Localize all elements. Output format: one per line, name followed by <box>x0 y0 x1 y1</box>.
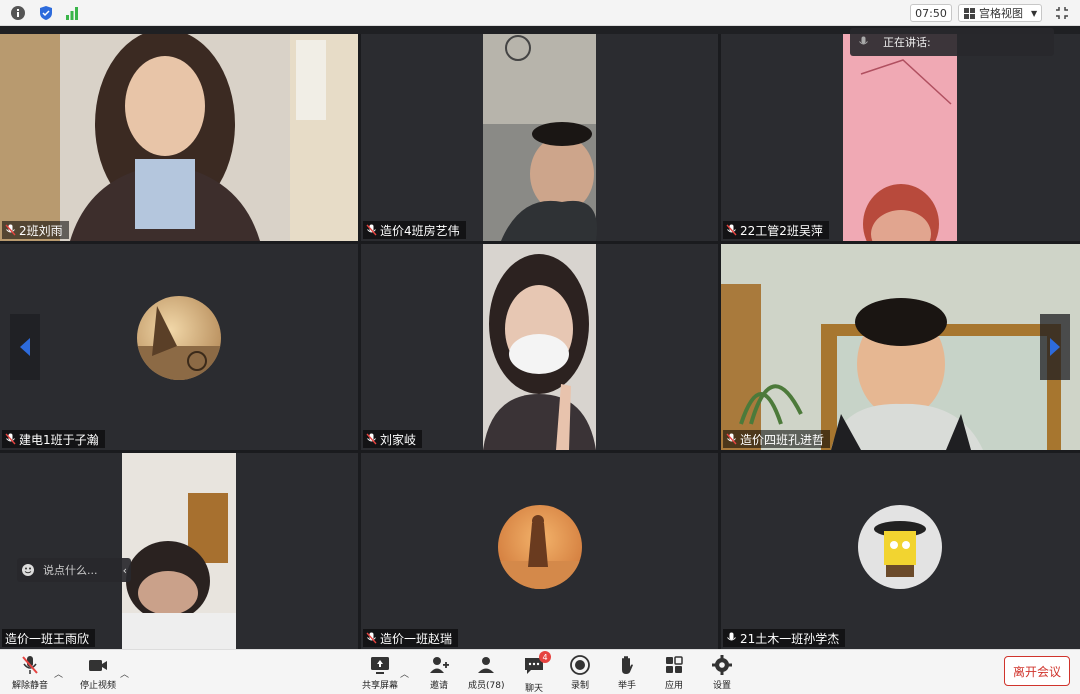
apps-button[interactable]: 应用 <box>663 654 685 691</box>
video-tile[interactable]: 造价一班王雨欣 <box>0 453 358 649</box>
mic-muted-icon <box>366 224 377 236</box>
mic-icon <box>727 632 736 641</box>
unmute-button[interactable]: 解除静音 <box>12 654 48 691</box>
chevron-up-icon[interactable]: ︿ <box>400 667 409 680</box>
camera-icon <box>89 660 107 671</box>
active-speaker-indicator: 正在讲话: <box>850 28 1054 56</box>
leave-meeting-button[interactable]: 离开会议 <box>1004 656 1070 686</box>
view-mode-label: 宫格视图 <box>979 7 1023 20</box>
view-mode-dropdown[interactable]: 宫格视图 ▼ <box>958 4 1042 22</box>
chevron-up-icon[interactable]: ︿ <box>120 667 129 680</box>
chevron-down-icon: ▼ <box>1031 8 1038 18</box>
chevron-right-icon <box>1050 338 1060 356</box>
participant-name-label: 22工管2班吴萍 <box>723 221 829 239</box>
video-tile[interactable]: 造价一班赵瑞 <box>361 453 718 649</box>
unread-badge: 4 <box>539 651 551 663</box>
add-user-icon <box>430 657 449 673</box>
top-bar: 07:50 宫格视图 ▼ <box>0 0 1080 26</box>
bottom-toolbar: 解除静音 ︿ 停止视频 ︿ 共享屏幕 ︿ 邀请 成员(78) 4 聊天 录制 举… <box>0 649 1080 694</box>
mic-muted-icon <box>22 656 38 674</box>
record-button[interactable]: 录制 <box>569 654 591 691</box>
participant-video <box>0 34 358 241</box>
participant-video <box>483 34 598 241</box>
settings-button[interactable]: 设置 <box>711 654 733 691</box>
invite-button[interactable]: 邀请 <box>428 654 450 691</box>
video-grid: 2班刘雨 造价4班房艺伟 22工管2班吴萍 建电1班于子瀚 刘家岐 造价四班孔进… <box>0 34 1080 649</box>
video-tile[interactable]: 造价四班孔进哲 <box>721 244 1080 450</box>
quick-chat-input[interactable]: 说点什么... ‹ <box>17 558 131 582</box>
video-tile[interactable]: 21土木一班孙学杰 <box>721 453 1080 649</box>
share-screen-button[interactable]: 共享屏幕 <box>362 654 398 691</box>
stop-video-button[interactable]: 停止视频 <box>80 654 116 691</box>
participant-video <box>483 244 596 450</box>
members-button[interactable]: 成员(78) <box>468 654 504 691</box>
chevron-up-icon[interactable]: ︿ <box>54 667 63 680</box>
meeting-timer: 07:50 <box>910 4 952 22</box>
info-icon[interactable] <box>10 5 26 21</box>
participant-name-label: 造价一班王雨欣 <box>2 629 96 647</box>
apps-icon <box>666 656 683 673</box>
video-tile[interactable]: 刘家岐 <box>361 244 718 450</box>
gear-icon <box>712 655 732 675</box>
mic-muted-icon <box>366 632 377 644</box>
participant-video <box>843 34 957 241</box>
video-tile[interactable]: 建电1班于子瀚 <box>0 244 358 450</box>
mic-muted-icon <box>726 224 737 236</box>
chat-placeholder: 说点什么... <box>43 564 98 577</box>
hand-icon <box>622 656 633 674</box>
video-tile[interactable]: 2班刘雨 <box>0 34 358 241</box>
mic-muted-icon <box>5 433 16 445</box>
chevron-left-icon[interactable]: ‹ <box>123 564 127 577</box>
participant-avatar <box>137 296 221 380</box>
participant-video <box>721 244 1080 450</box>
mic-muted-icon <box>366 433 377 445</box>
share-screen-icon <box>371 657 389 674</box>
grid-icon <box>964 7 975 19</box>
participant-name-label: 刘家岐 <box>363 430 423 448</box>
participant-name-label: 造价一班赵瑞 <box>363 629 459 647</box>
participant-name-label: 21土木一班孙学杰 <box>723 629 846 647</box>
participant-name-label: 造价4班房艺伟 <box>363 221 466 239</box>
previous-page-button[interactable] <box>10 314 40 380</box>
participant-avatar <box>498 505 582 589</box>
next-page-button[interactable] <box>1040 314 1070 380</box>
participant-video <box>122 453 236 649</box>
raise-hand-button[interactable]: 举手 <box>616 654 638 691</box>
signal-icon[interactable] <box>64 5 80 21</box>
record-icon <box>570 655 590 675</box>
participant-name-label: 建电1班于子瀚 <box>2 430 105 448</box>
mic-muted-icon <box>726 433 737 445</box>
chevron-left-icon <box>20 338 30 356</box>
video-tile[interactable]: 造价4班房艺伟 <box>361 34 718 241</box>
participant-name-label: 造价四班孔进哲 <box>723 430 831 448</box>
users-icon <box>478 657 495 673</box>
chat-button[interactable]: 4 聊天 <box>523 651 551 694</box>
video-tile[interactable]: 22工管2班吴萍 <box>721 34 1080 241</box>
shield-icon[interactable] <box>38 5 54 21</box>
mic-muted-icon <box>5 224 16 236</box>
emoji-icon[interactable] <box>21 563 35 577</box>
participant-name-label: 2班刘雨 <box>2 221 69 239</box>
mic-icon <box>859 36 868 45</box>
participant-avatar <box>858 505 942 589</box>
fullscreen-icon[interactable] <box>1054 5 1070 21</box>
